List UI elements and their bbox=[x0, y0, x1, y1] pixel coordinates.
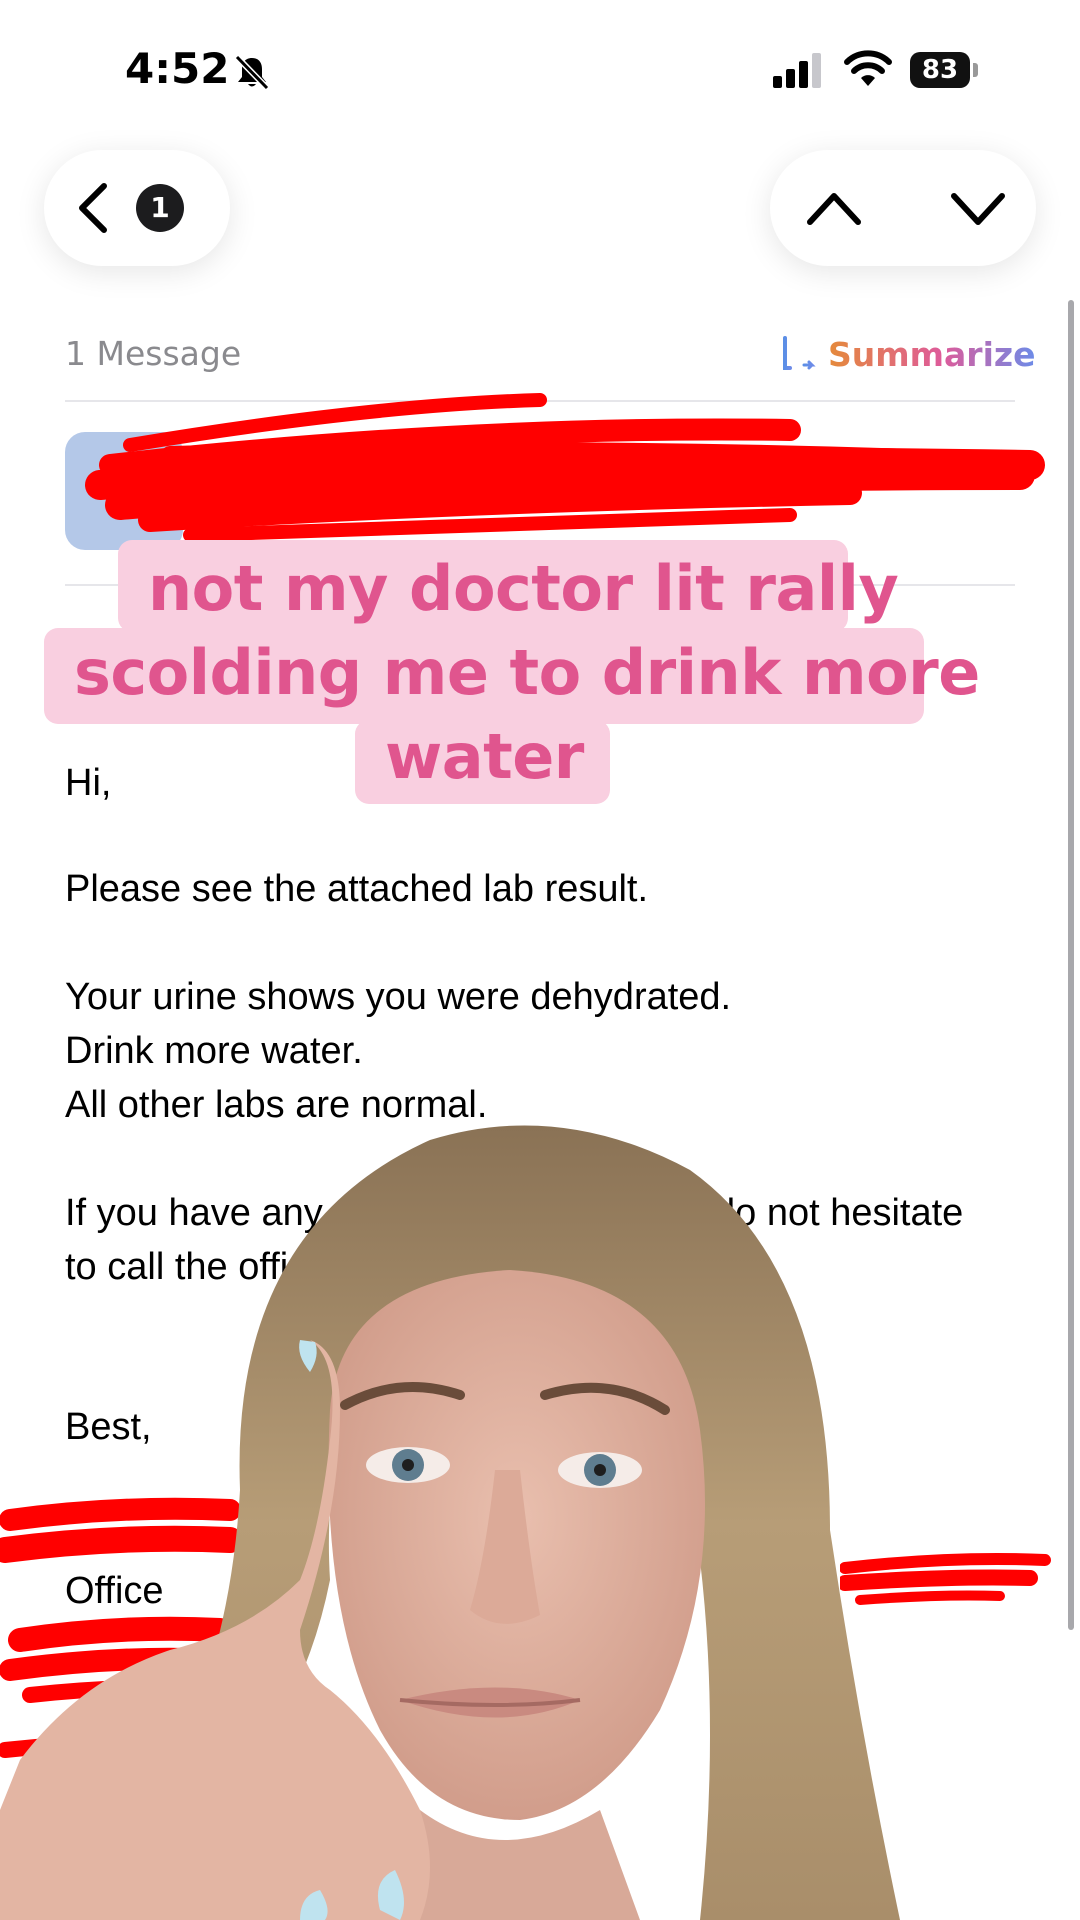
caption-line3: water bbox=[385, 720, 584, 793]
email-line-attached: Please see the attached lab result. bbox=[65, 868, 649, 910]
message-nav-pill bbox=[770, 150, 1036, 266]
bell-slash-icon bbox=[234, 54, 270, 91]
status-time: 4:52 bbox=[125, 44, 230, 93]
battery-level: 83 bbox=[910, 52, 970, 88]
chevron-down-icon[interactable] bbox=[950, 186, 1006, 230]
unread-count-badge: 1 bbox=[136, 184, 184, 232]
person-overlay-image bbox=[0, 1125, 900, 1920]
caption-line1: not my doctor lit rally bbox=[148, 552, 899, 625]
caption-line2: scolding me to drink more bbox=[74, 636, 980, 709]
summarize-lines-icon bbox=[783, 336, 816, 370]
message-count: 1 Message bbox=[65, 334, 242, 373]
battery-indicator: 83 bbox=[910, 52, 982, 88]
summarize-button[interactable]: Summarize bbox=[780, 332, 1035, 376]
wifi-icon bbox=[844, 50, 892, 86]
summarize-label: Summarize bbox=[828, 334, 1036, 374]
back-pill[interactable]: 1 bbox=[44, 150, 230, 266]
chevron-up-icon[interactable] bbox=[806, 186, 862, 230]
email-line-drink: Drink more water. bbox=[65, 1030, 363, 1072]
email-greeting: Hi, bbox=[65, 762, 112, 804]
battery-nub bbox=[973, 63, 978, 77]
email-line-dehydrated: Your urine shows you were dehydrated. bbox=[65, 976, 732, 1018]
cellular-signal-icon bbox=[773, 53, 821, 88]
sender-redaction-scribble bbox=[85, 393, 1045, 542]
chevron-left-icon[interactable] bbox=[74, 182, 114, 234]
